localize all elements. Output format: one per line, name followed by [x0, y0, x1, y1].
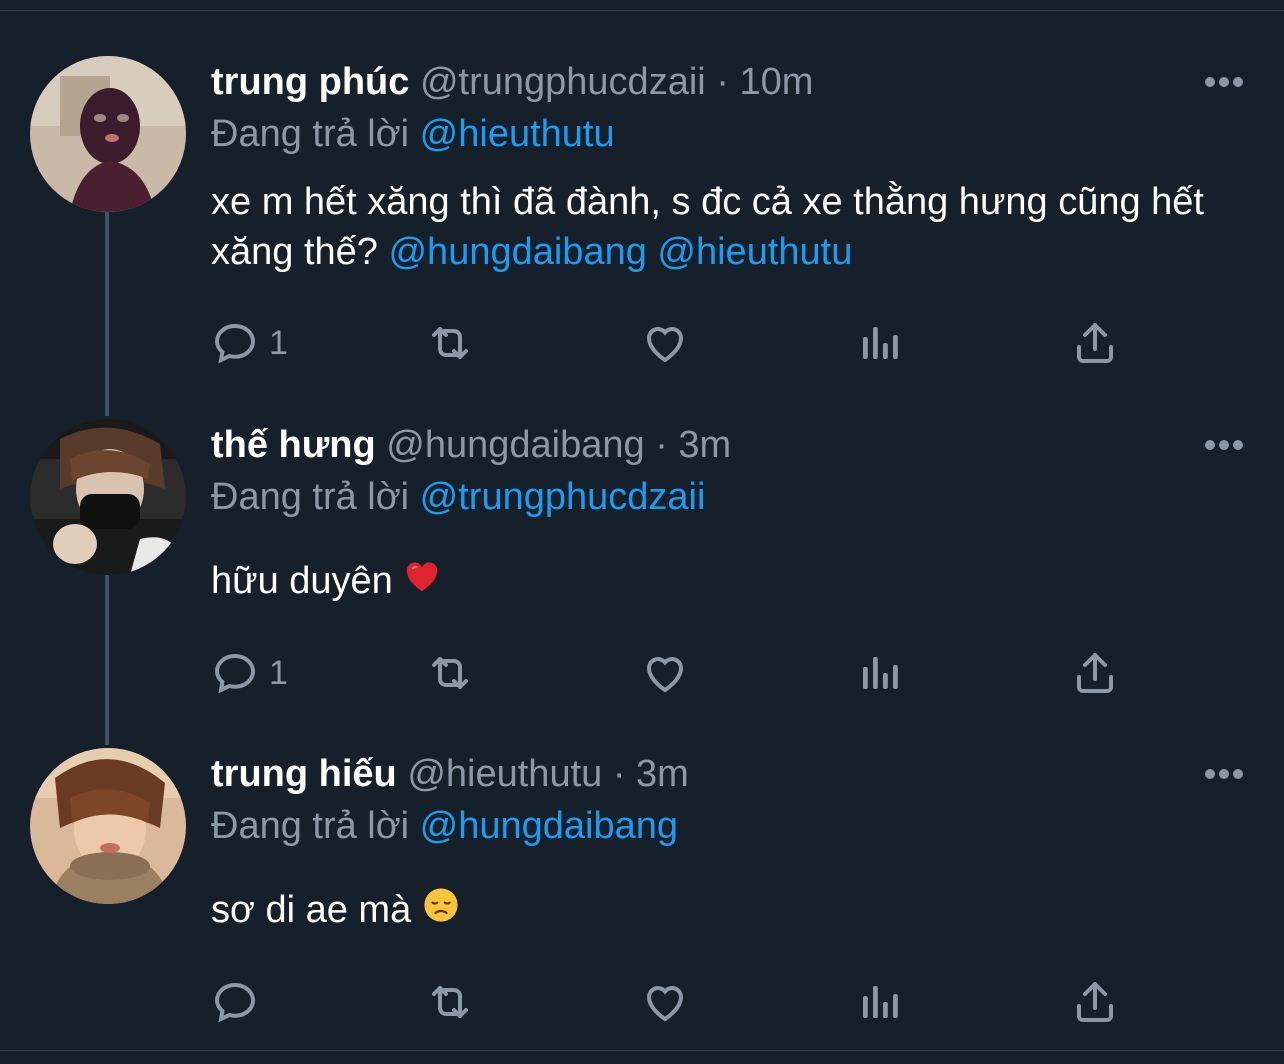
mention-link[interactable]: @hieuthutu [420, 113, 615, 155]
retweet-button[interactable] [426, 972, 474, 1032]
mention-link[interactable]: @hieuthutu [657, 231, 852, 273]
avatar[interactable] [30, 56, 186, 212]
like-icon [646, 327, 684, 363]
like-button[interactable] [641, 313, 689, 373]
reply-icon [214, 323, 256, 364]
retweet-button[interactable] [426, 643, 474, 703]
analytics-icon [863, 327, 898, 359]
tweet-header: trung hiếu @hieuthutu · 3m [211, 748, 1244, 800]
analytics-button[interactable] [856, 643, 904, 703]
analytics-icon [863, 986, 898, 1018]
thread-connector [105, 575, 109, 745]
separator: · [716, 61, 729, 103]
display-name[interactable]: trung hiếu [211, 753, 397, 795]
mention-link[interactable]: @hungdaibang [388, 231, 646, 273]
tweet-actions [211, 972, 1231, 1032]
avatar[interactable] [30, 419, 186, 575]
reply-count: 1 [269, 653, 288, 692]
replying-to: Đang trả lời @hieuthutu [211, 108, 1244, 160]
tweet-content: trung phúc @trungphucdzaii · 10m Đang tr… [211, 56, 1244, 277]
tweet-text-body: sơ di ae mà [211, 889, 412, 931]
reply-icon [214, 982, 256, 1023]
tweet-text-body: hữu duyên [211, 560, 393, 602]
tweet-content: thế hưng @hungdaibang · 3m Đang trả lời … [211, 419, 1244, 608]
reply-icon [214, 653, 256, 694]
bottom-divider [0, 1050, 1284, 1051]
top-divider [0, 10, 1284, 11]
disappointed-face-emoji [422, 886, 460, 937]
more-icon [1205, 440, 1243, 450]
reply-button[interactable] [211, 972, 269, 1032]
timestamp[interactable]: 3m [636, 753, 689, 795]
reply-button[interactable]: 1 [211, 643, 288, 703]
retweet-icon [432, 657, 468, 689]
mention-link[interactable]: @trungphucdzaii [420, 476, 706, 518]
reply-count: 1 [269, 323, 288, 362]
username-handle[interactable]: @trungphucdzaii [420, 61, 706, 103]
replying-to: Đang trả lời @hungdaibang [211, 800, 1244, 852]
replying-prefix: Đang trả lời [211, 476, 410, 518]
analytics-button[interactable] [856, 972, 904, 1032]
more-options-button[interactable] [1184, 419, 1244, 471]
more-options-button[interactable] [1184, 56, 1244, 108]
reply-button[interactable]: 1 [211, 313, 288, 373]
timestamp[interactable]: 3m [678, 424, 731, 466]
share-button[interactable] [1071, 313, 1119, 373]
like-button[interactable] [641, 972, 689, 1032]
analytics-button[interactable] [856, 313, 904, 373]
share-button[interactable] [1071, 972, 1119, 1032]
username-handle[interactable]: @hieuthutu [407, 753, 602, 795]
tweet-text: sơ di ae mà [211, 885, 1244, 937]
replying-to: Đang trả lời @trungphucdzaii [211, 471, 1244, 523]
tweet-content: trung hiếu @hieuthutu · 3m Đang trả lời … [211, 748, 1244, 937]
share-button[interactable] [1071, 643, 1119, 703]
share-icon [1077, 653, 1113, 693]
mention-link[interactable]: @hungdaibang [420, 805, 678, 847]
analytics-icon [863, 657, 898, 689]
avatar[interactable] [30, 748, 186, 904]
tweet-text: hữu duyên [211, 556, 1244, 608]
red-heart-emoji [403, 557, 441, 608]
separator: · [655, 424, 668, 466]
more-icon [1205, 77, 1243, 87]
like-button[interactable] [641, 643, 689, 703]
replying-prefix: Đang trả lời [211, 113, 410, 155]
tweet-actions: 1 [211, 313, 1231, 373]
share-icon [1077, 982, 1113, 1022]
thread-connector [105, 212, 109, 416]
tweet-actions: 1 [211, 643, 1231, 703]
replying-prefix: Đang trả lời [211, 805, 410, 847]
display-name[interactable]: thế hưng [211, 424, 376, 466]
like-icon [646, 986, 684, 1022]
retweet-icon [432, 327, 468, 359]
timestamp[interactable]: 10m [740, 61, 814, 103]
more-options-button[interactable] [1184, 748, 1244, 800]
retweet-button[interactable] [426, 313, 474, 373]
separator: · [612, 753, 626, 795]
tweet-header: thế hưng @hungdaibang · 3m [211, 419, 1244, 471]
like-icon [646, 657, 684, 693]
tweet-text: xe m hết xăng thì đã đành, s đc cả xe th… [211, 177, 1244, 277]
tweet-header: trung phúc @trungphucdzaii · 10m [211, 56, 1244, 108]
more-icon [1205, 769, 1243, 779]
display-name[interactable]: trung phúc [211, 61, 409, 103]
retweet-icon [432, 986, 468, 1018]
share-icon [1077, 323, 1113, 363]
username-handle[interactable]: @hungdaibang [386, 424, 644, 466]
